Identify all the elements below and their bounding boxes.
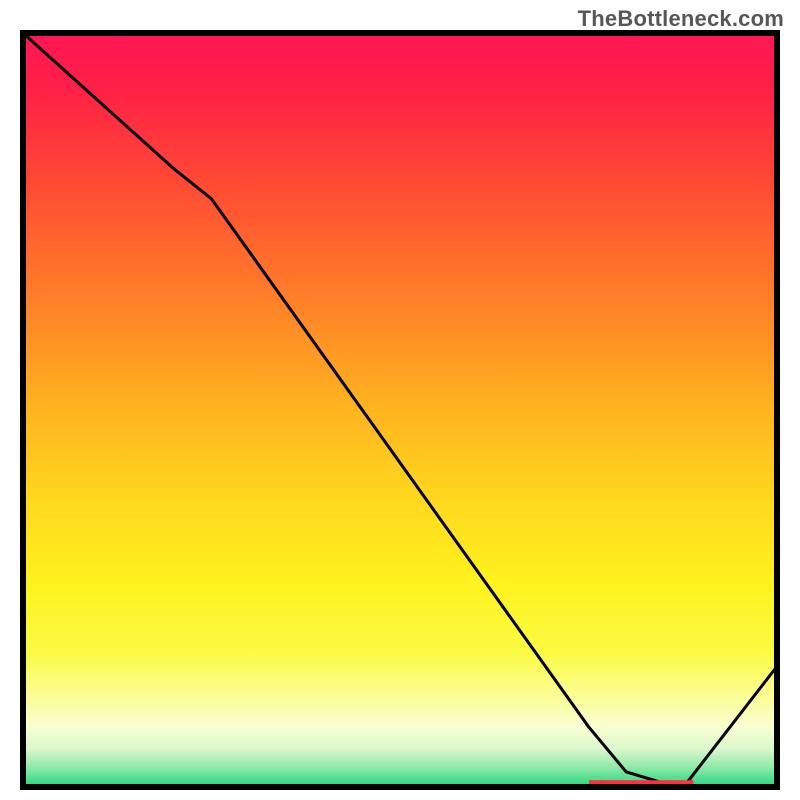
chart-plot-area: [20, 30, 780, 790]
watermark-text: TheBottleneck.com: [578, 6, 784, 32]
chart-svg: [20, 30, 780, 790]
chart-container: TheBottleneck.com: [0, 0, 800, 800]
